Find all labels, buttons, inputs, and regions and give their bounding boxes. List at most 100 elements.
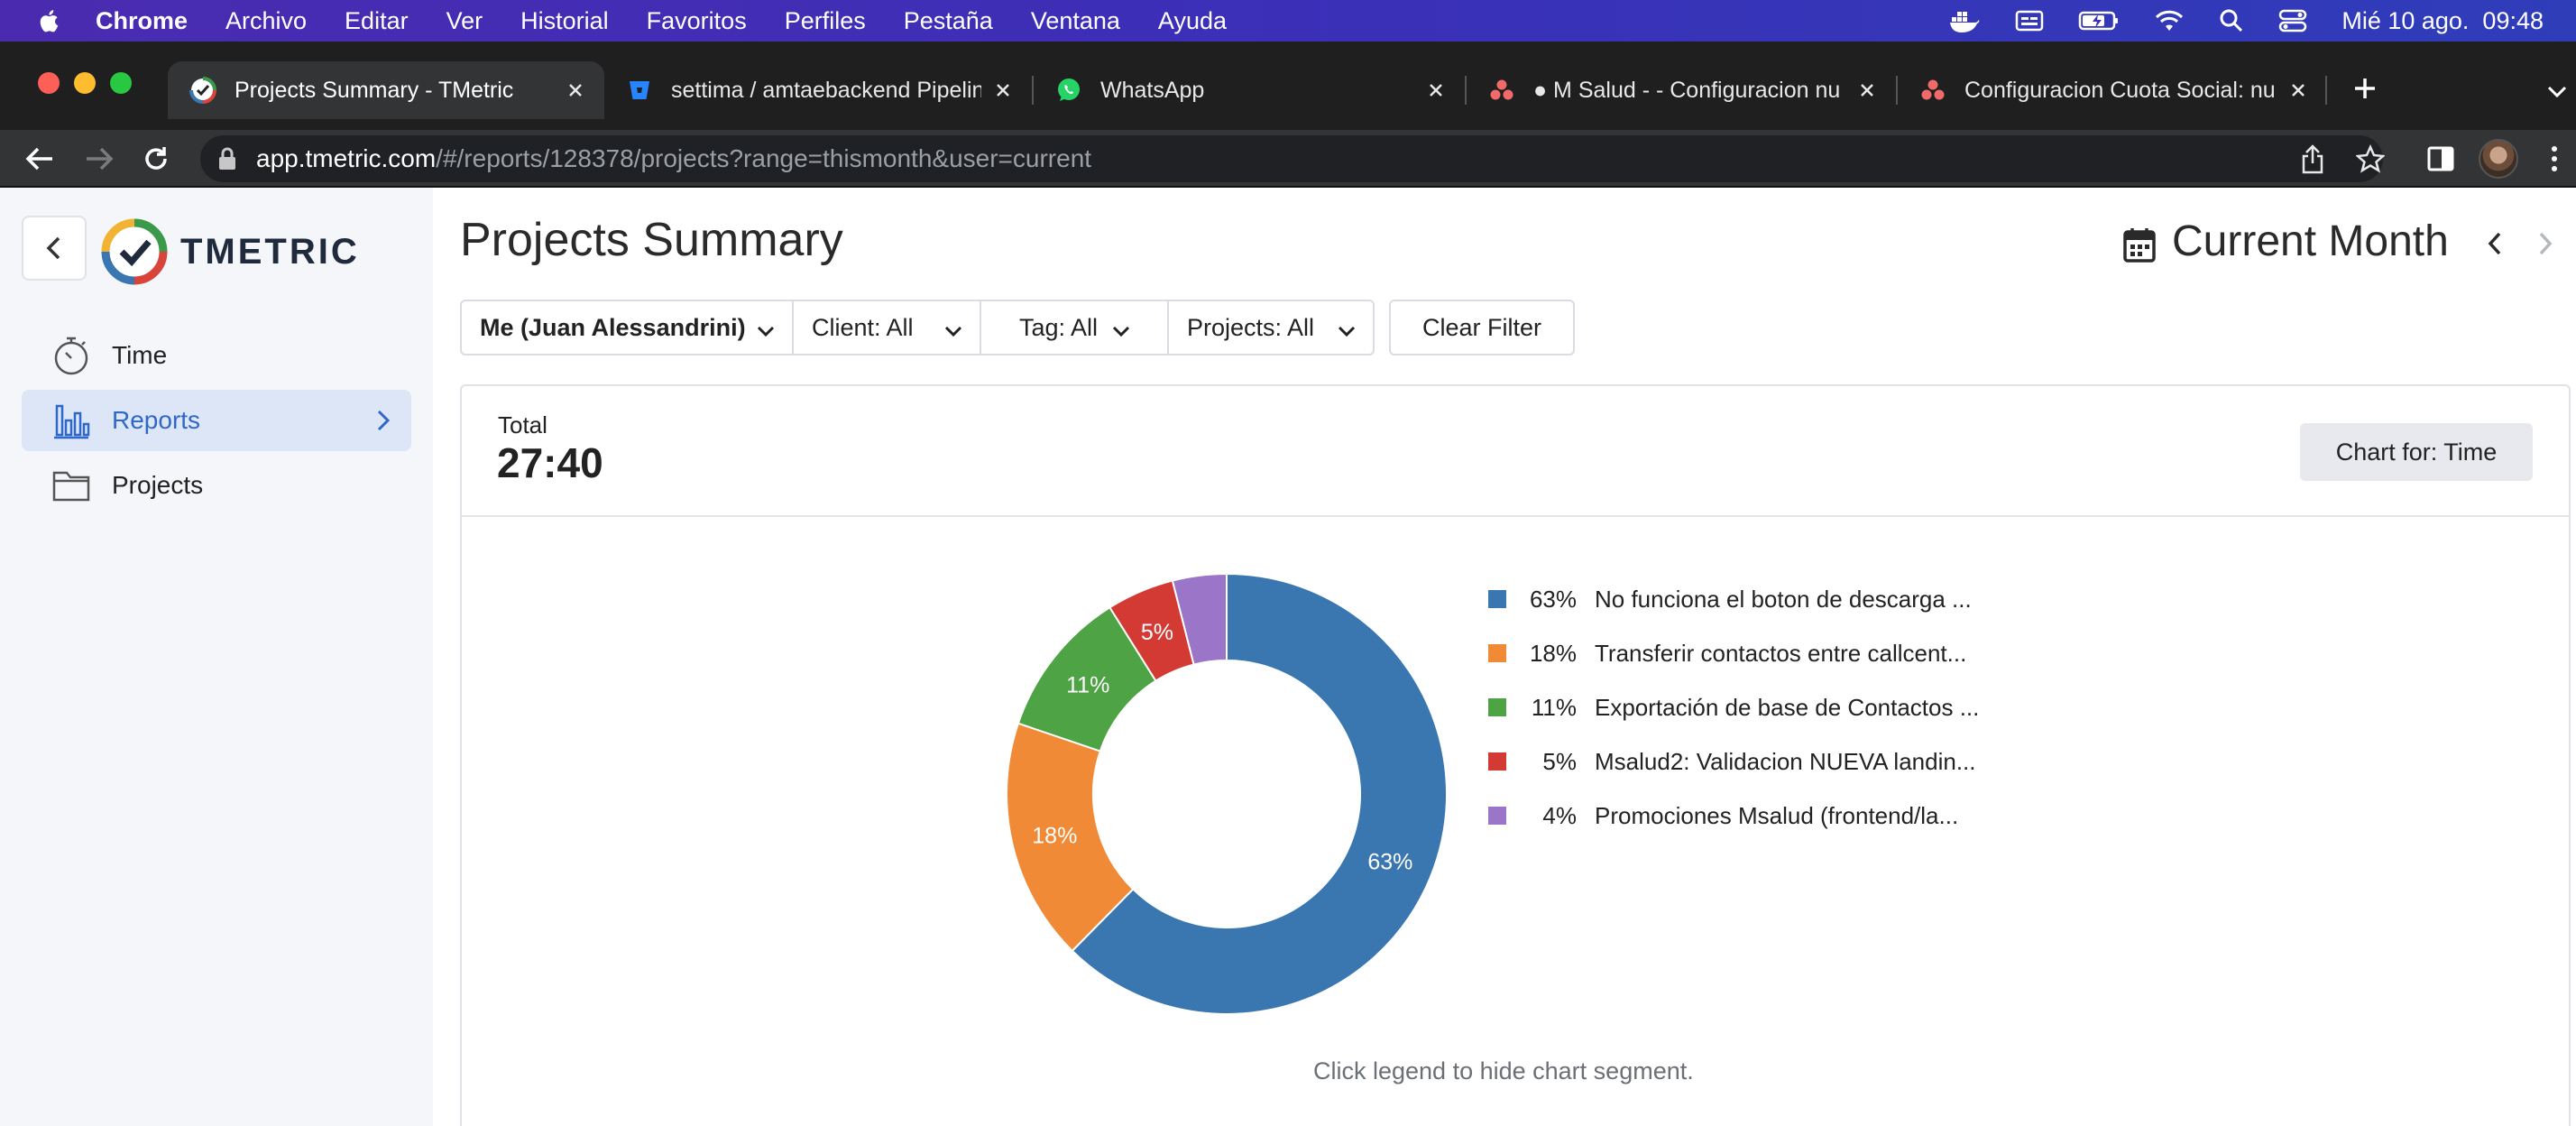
chart-hint: Click legend to hide chart segment.: [1313, 1057, 1694, 1084]
reload-icon[interactable]: [138, 141, 174, 177]
forward-arrow-icon[interactable]: [81, 141, 117, 177]
tab-title: settima / amtaebackend Pipelin: [671, 77, 981, 103]
donut-slice-label: 11%: [1066, 672, 1109, 697]
more-vertical-icon[interactable]: [2547, 143, 2562, 175]
page-title: Projects Summary: [460, 214, 843, 266]
chevron-down-icon: [756, 319, 776, 347]
menu-archivo[interactable]: Archivo: [225, 7, 307, 35]
close-tab-icon[interactable]: [1854, 78, 1880, 103]
sidebar-item-label: Time: [112, 341, 168, 369]
stopwatch-icon: [51, 335, 92, 376]
collapse-sidebar-button[interactable]: [22, 216, 87, 281]
menu-clock[interactable]: Mié 10 ago. 09:48: [2341, 7, 2544, 35]
tab-configuracion-cuota-social[interactable]: Configuracion Cuota Social: nu: [1898, 61, 2327, 119]
keyboard-input-icon[interactable]: [2015, 9, 2044, 32]
menu-perfiles[interactable]: Perfiles: [785, 7, 866, 35]
tag-filter-dropdown[interactable]: Tag: All: [980, 300, 1169, 355]
period-selector[interactable]: Current Month: [2123, 217, 2449, 266]
url-text[interactable]: app.tmetric.com/#/reports/128378/project…: [256, 140, 1091, 178]
donut-slice-label: 63%: [1367, 849, 1412, 874]
bookmark-star-icon[interactable]: [2352, 141, 2388, 177]
client-filter-label: Client: All: [812, 313, 914, 341]
side-panel-icon[interactable]: [2423, 141, 2459, 177]
folder-icon: [51, 465, 92, 506]
macos-menu-bar: Chrome Archivo Editar Ver Historial Favo…: [0, 0, 2576, 42]
projects-filter-dropdown[interactable]: Projects: All: [1167, 300, 1375, 355]
bar-chart-icon: [51, 400, 92, 441]
chart-legend: 63% No funciona el boton de descarga ...…: [1488, 572, 1993, 843]
tab-msalud-configuracion[interactable]: ● M Salud - - Configuracion nu: [1467, 61, 1896, 119]
control-center-icon[interactable]: [2278, 8, 2307, 33]
legend-swatch: [1488, 644, 1506, 662]
legend-item[interactable]: 63% No funciona el boton de descarga ...: [1488, 572, 1993, 626]
menu-historial[interactable]: Historial: [520, 7, 609, 35]
menu-pestana[interactable]: Pestaña: [904, 7, 993, 35]
projects-filter-label: Projects: All: [1187, 313, 1315, 341]
legend-item[interactable]: 11% Exportación de base de Contactos ...: [1488, 680, 1993, 734]
docker-icon[interactable]: [1948, 8, 1981, 33]
menu-ventana[interactable]: Ventana: [1031, 7, 1120, 35]
tab-title: ● M Salud - - Configuracion nu: [1533, 77, 1841, 103]
close-tab-icon[interactable]: [563, 78, 588, 103]
wifi-icon[interactable]: [2154, 9, 2185, 32]
legend-label: Promociones Msalud (frontend/la...: [1595, 801, 1959, 829]
spotlight-search-icon[interactable]: [2219, 8, 2244, 33]
legend-swatch: [1488, 752, 1506, 771]
menu-editar[interactable]: Editar: [345, 7, 409, 35]
close-tab-icon[interactable]: [2286, 78, 2311, 103]
previous-period-chevron-icon[interactable]: [2480, 227, 2509, 260]
menu-favoritos[interactable]: Favoritos: [647, 7, 747, 35]
legend-swatch: [1488, 807, 1506, 825]
asana-icon: [1919, 77, 1946, 104]
legend-item[interactable]: 5% Msalud2: Validacion NUEVA landin...: [1488, 734, 1993, 789]
lock-icon[interactable]: [216, 146, 238, 171]
donut-slice-label: 5%: [1141, 620, 1173, 645]
calendar-icon: [2123, 224, 2156, 263]
tmetric-logo-icon[interactable]: [99, 217, 170, 287]
asana-icon: [1488, 77, 1515, 104]
close-tab-icon[interactable]: [1423, 78, 1449, 103]
profile-avatar[interactable]: [2479, 139, 2518, 179]
legend-label: Transferir contactos entre callcent...: [1595, 639, 1967, 667]
tab-title: Configuracion Cuota Social: nu: [1964, 77, 2276, 103]
chart-for-button[interactable]: Chart for: Time: [2300, 423, 2533, 481]
menu-ver[interactable]: Ver: [446, 7, 483, 35]
close-tab-icon[interactable]: [990, 78, 1016, 103]
menu-app-name[interactable]: Chrome: [96, 7, 188, 35]
sidebar-item-time[interactable]: Time: [22, 325, 411, 386]
client-filter-dropdown[interactable]: Client: All: [792, 300, 981, 355]
chevron-down-icon: [943, 319, 963, 347]
window-minimize-button[interactable]: [74, 72, 96, 94]
tab-search-chevron-icon[interactable]: [2544, 78, 2571, 105]
menu-ayuda[interactable]: Ayuda: [1158, 7, 1227, 35]
legend-label: Exportación de base de Contactos ...: [1595, 693, 1980, 721]
user-filter-label: Me (Juan Alessandrini): [480, 313, 746, 341]
legend-item[interactable]: 4% Promociones Msalud (frontend/la...: [1488, 789, 1993, 843]
new-tab-button[interactable]: [2349, 72, 2381, 105]
url-domain: app.tmetric.com: [256, 144, 437, 172]
clear-filter-button[interactable]: Clear Filter: [1389, 300, 1575, 355]
total-label: Total: [498, 411, 547, 438]
user-filter-dropdown[interactable]: Me (Juan Alessandrini): [460, 300, 794, 355]
sidebar-item-label: Reports: [112, 406, 201, 434]
window-close-button[interactable]: [38, 72, 60, 94]
legend-percent: 5%: [1542, 747, 1577, 775]
legend-swatch: [1488, 590, 1506, 608]
next-period-chevron-icon[interactable]: [2531, 227, 2560, 260]
window-zoom-button[interactable]: [110, 72, 132, 94]
legend-percent: 18%: [1529, 639, 1577, 667]
legend-item[interactable]: 18% Transferir contactos entre callcent.…: [1488, 626, 1993, 680]
chevron-right-icon: [375, 408, 391, 439]
sidebar-item-reports[interactable]: Reports: [22, 390, 411, 451]
sidebar-item-projects[interactable]: Projects: [22, 455, 411, 516]
back-arrow-icon[interactable]: [22, 141, 58, 177]
panel-divider: [462, 515, 2569, 517]
tab-whatsapp[interactable]: WhatsApp: [1034, 61, 1465, 119]
share-icon[interactable]: [2296, 141, 2329, 177]
legend-label: No funciona el boton de descarga ...: [1595, 585, 1972, 613]
tab-bitbucket-pipeline[interactable]: settima / amtaebackend Pipelin: [604, 61, 1032, 119]
apple-logo-icon[interactable]: [36, 7, 63, 34]
battery-icon[interactable]: [2078, 10, 2120, 32]
tab-projects-summary[interactable]: Projects Summary - TMetric: [168, 61, 604, 119]
whatsapp-icon: [1055, 77, 1082, 104]
